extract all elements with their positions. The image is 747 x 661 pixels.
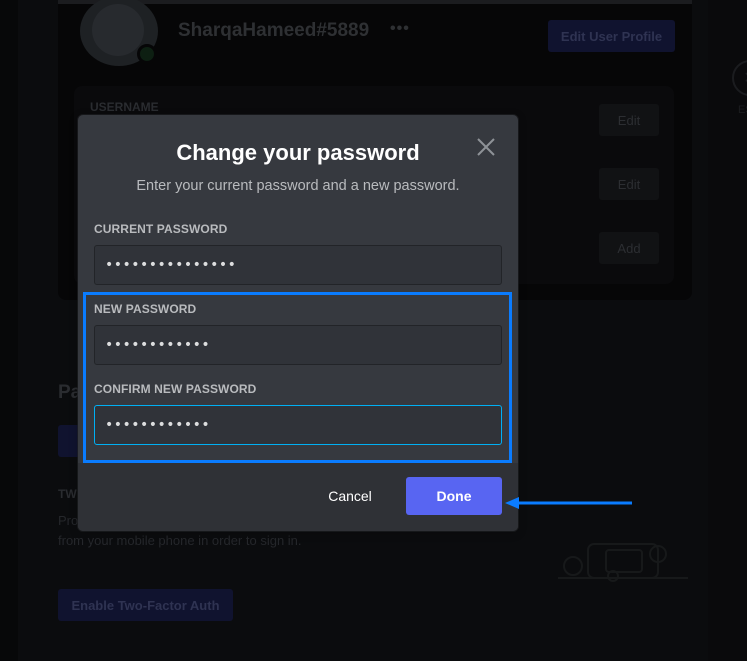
profile-banner [58,0,692,4]
done-button[interactable]: Done [406,477,502,515]
new-password-input[interactable]: •••••••••••• [94,325,502,365]
avatar-image [92,4,144,56]
profile-username: SharqaHameed#5889 [178,20,370,41]
confirm-password-input[interactable]: •••••••••••• [94,405,502,445]
change-password-modal: Change your password Enter your current … [78,115,518,531]
close-icon: ✕ [743,68,747,88]
more-options-icon[interactable]: ••• [390,20,410,38]
sidebar [0,0,18,661]
username-label: USERNAME [90,100,159,114]
edit-user-profile-button[interactable]: Edit User Profile [548,20,675,52]
arrow-annotation-icon [505,497,632,509]
modal-title: Change your password [176,140,420,165]
new-password-label: NEW PASSWORD [94,302,197,316]
enable-two-factor-button[interactable]: Enable Two-Factor Auth [58,589,233,621]
online-status-icon [137,44,157,64]
confirm-password-label: CONFIRM NEW PASSWORD [94,382,257,396]
two-factor-illustration [558,543,688,582]
right-panel [708,0,747,661]
edit-email-button[interactable]: Edit [599,168,659,200]
current-password-label: CURRENT PASSWORD [94,222,228,236]
esc-label: ESC [738,104,747,116]
close-icon[interactable] [474,135,498,159]
two-factor-label: TW [58,487,77,501]
cancel-button[interactable]: Cancel [318,479,382,513]
modal-subtitle: Enter your current password and a new pa… [136,178,460,194]
edit-username-button[interactable]: Edit [599,104,659,136]
add-phone-button[interactable]: Add [599,232,659,264]
current-password-input[interactable]: ••••••••••••••• [94,245,502,285]
